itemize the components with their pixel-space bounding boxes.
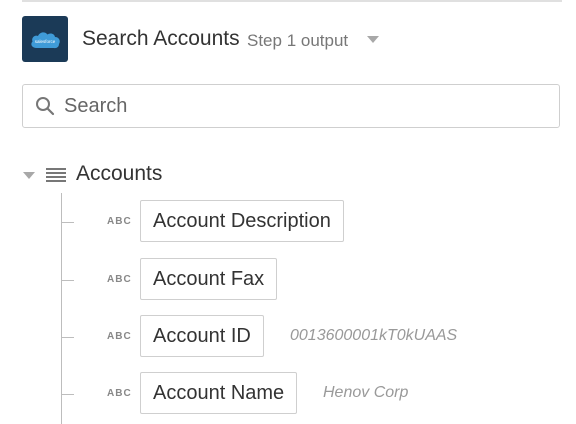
search-box[interactable] [22, 84, 560, 128]
sample-value: 0013600001kT0kUAAS [290, 327, 458, 344]
type-badge: ABC [107, 388, 132, 399]
search-icon [35, 96, 55, 116]
type-badge: ABC [107, 331, 132, 342]
salesforce-logo-icon: salesforce [22, 16, 68, 62]
tree-root-label[interactable]: Accounts [76, 162, 162, 186]
sample-value: Henov Corp [323, 384, 409, 401]
list-icon [46, 168, 66, 182]
step-output-label[interactable]: Step 1 output [247, 31, 348, 51]
type-badge: ABC [107, 216, 132, 227]
search-input[interactable] [64, 94, 544, 118]
tree-branch [61, 222, 74, 223]
cloud-icon: salesforce [31, 32, 60, 49]
field-button-account-name[interactable]: Account Name [140, 372, 298, 414]
field-button-account-description[interactable]: Account Description [140, 200, 344, 242]
field-button-account-fax[interactable]: Account Fax [140, 258, 278, 300]
field-button-account-id[interactable]: Account ID [140, 315, 264, 357]
tree-branch [61, 337, 74, 338]
tree-branch [61, 280, 74, 281]
tree-connector-line [61, 193, 62, 424]
tree-branch [61, 394, 74, 395]
chevron-down-icon[interactable] [367, 36, 379, 43]
logo-text: salesforce [35, 39, 56, 44]
top-divider [22, 0, 562, 2]
page-title: Search Accounts [82, 27, 240, 50]
type-badge: ABC [107, 274, 132, 285]
collapse-caret-icon[interactable] [23, 172, 35, 179]
